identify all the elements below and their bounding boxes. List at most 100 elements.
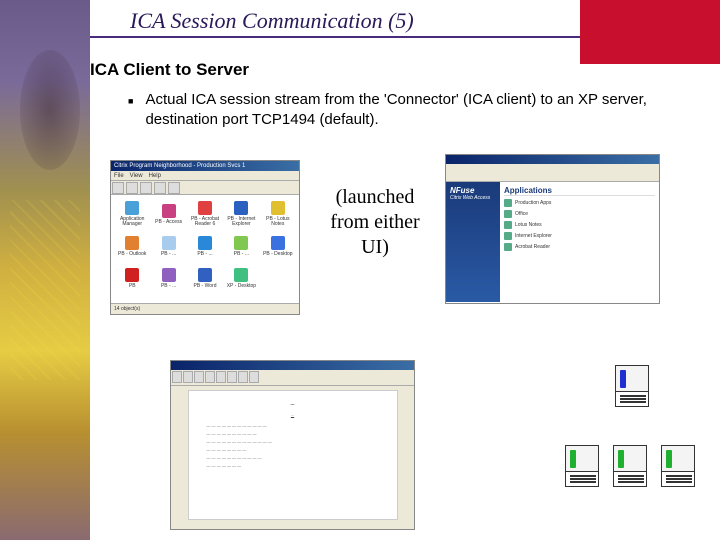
doc-subheading: ...	[207, 412, 379, 418]
app-icon	[234, 201, 248, 215]
pn-toolbar-button[interactable]	[140, 182, 152, 194]
nf-titlebar	[446, 155, 659, 164]
nf-main-panel: Applications Production AppsOfficeLotus …	[500, 182, 659, 302]
content-area: ICA Client to Server ■ Actual ICA sessio…	[90, 60, 700, 145]
pn-app-icon[interactable]: PB - ...	[151, 231, 185, 261]
doc-toolbar-button[interactable]	[205, 371, 215, 383]
pn-app-icon[interactable]: XP - Desktop	[224, 263, 258, 293]
doc-toolbar-button[interactable]	[183, 371, 193, 383]
pn-app-icon[interactable]: PB - ...	[224, 231, 258, 261]
nf-sidebar: NFuse Citrix Web Access	[446, 182, 500, 302]
app-icon	[125, 201, 139, 215]
app-icon	[125, 236, 139, 250]
app-icon	[198, 268, 212, 282]
app-icon	[271, 201, 285, 215]
app-label: PB - ...	[161, 252, 176, 257]
launched-caption: (launched from either UI)	[315, 185, 435, 260]
pn-toolbar-button[interactable]	[154, 182, 166, 194]
nf-app-row[interactable]: Office	[504, 210, 655, 218]
pn-app-icon[interactable]: PB - Desktop	[261, 231, 295, 261]
nf-toolbar	[446, 164, 659, 182]
title-underline	[90, 36, 580, 38]
pn-menu-file[interactable]: File	[114, 171, 124, 180]
bullet-text: Actual ICA session stream from the 'Conn…	[145, 90, 700, 129]
app-label: PB - ...	[197, 252, 212, 257]
pn-toolbar-button[interactable]	[126, 182, 138, 194]
strip-texture	[10, 200, 80, 380]
program-neighborhood-window: Citrix Program Neighborhood - Production…	[110, 160, 300, 315]
app-label: PB - Access	[155, 220, 182, 225]
doc-titlebar	[171, 361, 414, 370]
pn-app-icon[interactable]: PB - Word	[188, 263, 222, 293]
pn-app-icon[interactable]: PB - Access	[151, 199, 185, 229]
app-icon	[125, 268, 139, 282]
app-icon	[162, 236, 176, 250]
database-server-icon	[615, 365, 649, 407]
pn-titlebar: Citrix Program Neighborhood - Production…	[111, 161, 299, 171]
nf-app-icon	[504, 199, 512, 207]
doc-toolbar-button[interactable]	[194, 371, 204, 383]
strip-figure	[20, 50, 80, 170]
nf-app-label: Internet Explorer	[515, 233, 552, 239]
app-label: PB - Word	[194, 284, 217, 289]
app-icon	[198, 236, 212, 250]
doc-toolbar-button[interactable]	[238, 371, 248, 383]
doc-toolbar-button[interactable]	[249, 371, 259, 383]
app-icon	[271, 236, 285, 250]
nf-app-label: Office	[515, 211, 528, 217]
app-label: PB - ...	[161, 284, 176, 289]
launched-app-window: ... ... — — — — — — — — — — — — — — — — …	[170, 360, 415, 530]
pn-app-icon[interactable]: PB - Lotus Notes	[261, 199, 295, 229]
title-accent-block	[580, 0, 720, 64]
app-label: Application Manager	[115, 217, 149, 227]
bullet-row: ■ Actual ICA session stream from the 'Co…	[128, 90, 700, 129]
app-icon	[162, 204, 176, 218]
nf-app-row[interactable]: Lotus Notes	[504, 221, 655, 229]
pn-app-icon[interactable]: PB - ...	[188, 231, 222, 261]
slide-subtitle: ICA Client to Server	[90, 60, 700, 80]
pn-menubar: File View Help	[111, 171, 299, 181]
pn-toolbar-button[interactable]	[112, 182, 124, 194]
nf-app-label: Lotus Notes	[515, 222, 542, 228]
app-server-icon	[661, 445, 695, 487]
doc-toolbar-button[interactable]	[227, 371, 237, 383]
slide-title: ICA Session Communication (5)	[90, 8, 414, 34]
app-icon	[198, 201, 212, 215]
app-icon	[234, 268, 248, 282]
nf-app-row[interactable]: Production Apps	[504, 199, 655, 207]
nf-app-row[interactable]: Internet Explorer	[504, 232, 655, 240]
nfuse-logo: NFuse Citrix Web Access	[450, 186, 496, 201]
nf-app-label: Acrobat Reader	[515, 244, 550, 250]
nfuse-browser-window: NFuse Citrix Web Access Applications Pro…	[445, 154, 660, 304]
pn-app-icon[interactable]: PB - Acrobat Reader 6	[188, 199, 222, 229]
pn-toolbar-button[interactable]	[168, 182, 180, 194]
nf-app-label: Production Apps	[515, 200, 551, 206]
app-label: PB - Outlook	[118, 252, 146, 257]
pn-app-icon[interactable]: PB	[115, 263, 149, 293]
app-server-icon	[565, 445, 599, 487]
pn-app-icon[interactable]: PB - Internet Explorer	[224, 199, 258, 229]
nf-app-icon	[504, 210, 512, 218]
nf-app-row[interactable]: Acrobat Reader	[504, 243, 655, 251]
app-label: PB - Lotus Notes	[261, 217, 295, 227]
app-label: PB - ...	[234, 252, 249, 257]
nf-app-icon	[504, 221, 512, 229]
doc-page: ... ... — — — — — — — — — — — — — — — — …	[188, 390, 398, 520]
app-icon	[234, 236, 248, 250]
pn-app-icon[interactable]: Application Manager	[115, 199, 149, 229]
app-label: PB	[129, 284, 136, 289]
nfuse-brand-sub: Citrix Web Access	[450, 195, 496, 201]
doc-toolbar-button[interactable]	[216, 371, 226, 383]
nfuse-brand: NFuse	[450, 186, 474, 195]
app-label: PB - Desktop	[263, 252, 292, 257]
pn-menu-help[interactable]: Help	[149, 171, 161, 180]
doc-toolbar	[171, 370, 414, 386]
pn-menu-view[interactable]: View	[130, 171, 143, 180]
pn-app-icon[interactable]: PB - Outlook	[115, 231, 149, 261]
pn-app-icon[interactable]: PB - ...	[151, 263, 185, 293]
doc-toolbar-button[interactable]	[172, 371, 182, 383]
app-server-icon	[613, 445, 647, 487]
app-label: XP - Desktop	[227, 284, 256, 289]
pn-toolbar	[111, 181, 299, 195]
app-icon	[162, 268, 176, 282]
